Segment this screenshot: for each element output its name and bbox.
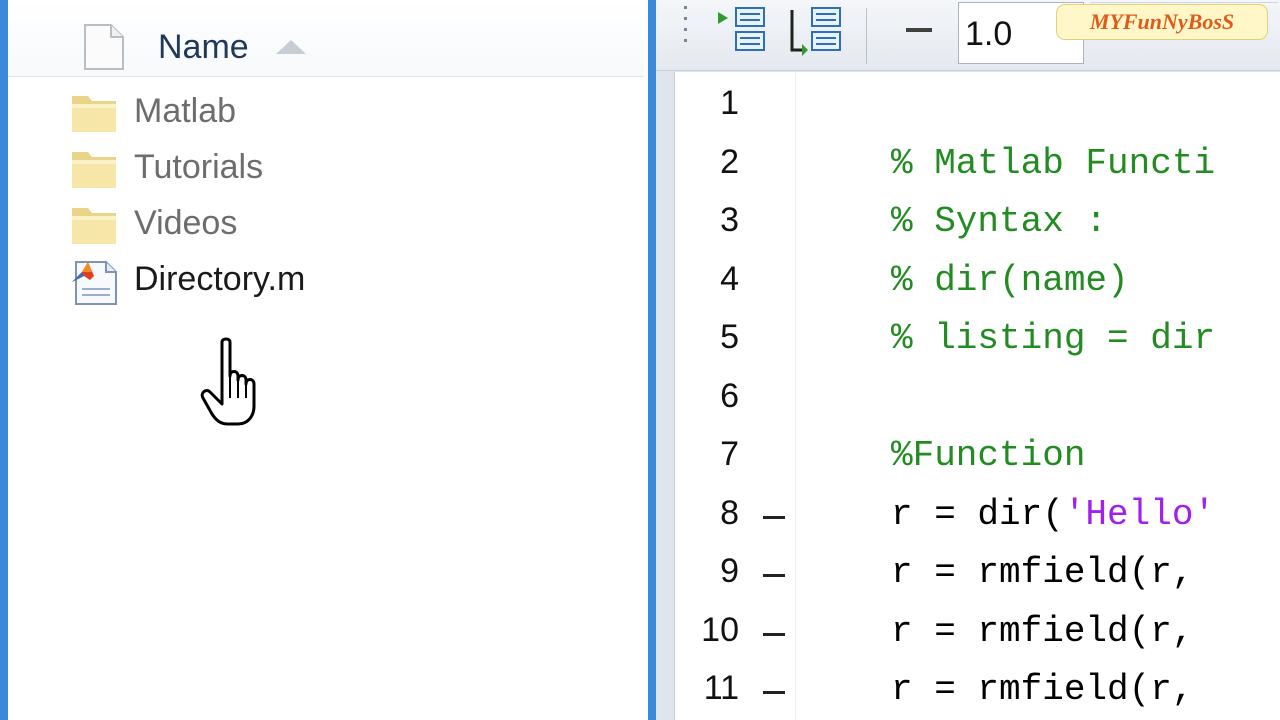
item-name[interactable]: Directory.m — [134, 260, 305, 299]
list-item-tutorials[interactable]: Tutorials — [60, 144, 620, 196]
list-item-matlab[interactable]: Matlab — [60, 88, 620, 140]
folder-icon — [70, 146, 118, 195]
line-number: 4 — [720, 259, 739, 298]
toolbar-separator — [866, 8, 867, 64]
code-text[interactable]: r = rmfield(r, — [891, 669, 1193, 710]
minus-icon[interactable] — [906, 28, 932, 32]
line-number: 9 — [720, 552, 739, 590]
item-name[interactable]: Videos — [134, 204, 237, 243]
file-icon — [82, 24, 126, 75]
code-comment[interactable]: % Matlab Functi — [891, 143, 1215, 184]
list-item-videos[interactable]: Videos — [60, 200, 620, 252]
code-token: %Function — [891, 435, 1086, 476]
window-border — [0, 0, 8, 720]
code-token: % Matlab Functi — [891, 142, 1216, 184]
list-item-directory-m[interactable]: Directory.m — [60, 256, 620, 308]
line-number: 2 — [720, 142, 739, 181]
toolbar-grip[interactable] — [684, 6, 688, 50]
code-line[interactable]: 4 % dir(name) — [675, 252, 1280, 310]
code-comment[interactable]: % Syntax : — [891, 201, 1107, 242]
string-literal: 'Hello' — [1063, 493, 1216, 535]
code-line[interactable]: 2 % Matlab Functi — [675, 135, 1280, 193]
code-line[interactable]: 11 r = rmfield(r, — [675, 661, 1280, 719]
line-number: 10 — [701, 610, 739, 649]
code-text[interactable]: r = rmfield(r, — [891, 611, 1193, 652]
code-token: r = rmfield(r, — [891, 552, 1194, 593]
code-editor[interactable]: 1 2 % Matlab Functi 3 % Syntax : 4 % dir(name)… — [674, 72, 1280, 720]
matlab-file-icon — [70, 258, 120, 311]
code-token: r = rmfield(r, — [891, 669, 1194, 710]
code-token: % dir(name) — [891, 259, 1129, 301]
code-token: r = rmfield(r, — [891, 610, 1194, 652]
code-token: % listing = dir — [891, 318, 1216, 359]
code-token: % Syntax : — [891, 201, 1108, 242]
code-text[interactable]: r = dir('Hello' — [891, 494, 1215, 535]
code-line[interactable]: 7 %Function — [675, 427, 1280, 485]
line-number: 6 — [720, 376, 739, 415]
indent-button[interactable] — [716, 4, 768, 61]
file-browser-pane: Name Matlab Tutorials Videos Directory.m — [0, 0, 652, 720]
code-line[interactable]: 1 — [675, 76, 1280, 134]
item-name[interactable]: Tutorials — [134, 148, 263, 187]
line-number: 5 — [720, 318, 739, 356]
unindent-button[interactable] — [788, 4, 844, 61]
indent-icon — [718, 7, 765, 51]
folder-icon — [70, 202, 118, 251]
pane-splitter[interactable] — [648, 0, 656, 720]
line-number: 1 — [720, 84, 739, 122]
sort-ascending-icon[interactable] — [276, 40, 306, 54]
hand-pointer-icon — [200, 336, 266, 433]
column-header[interactable]: Name — [8, 0, 652, 77]
item-name[interactable]: Matlab — [134, 92, 236, 131]
code-comment[interactable]: %Function — [891, 435, 1085, 476]
code-line[interactable]: 9 r = rmfield(r, — [675, 544, 1280, 602]
channel-logo: MYFunNyBosS — [1056, 4, 1268, 40]
code-line[interactable]: 5 % listing = dir — [675, 310, 1280, 368]
code-comment[interactable]: % listing = dir — [891, 318, 1215, 359]
code-line[interactable]: 6 — [675, 369, 1280, 427]
folder-icon — [70, 90, 118, 139]
line-number: 11 — [703, 669, 739, 707]
line-number: 8 — [720, 493, 739, 532]
breakpoint-dash-icon[interactable] — [763, 691, 785, 694]
code-line[interactable]: 8 r = dir('Hello' — [675, 486, 1280, 544]
breakpoint-dash-icon[interactable] — [763, 515, 785, 519]
code-line[interactable]: 10 r = rmfield(r, — [675, 603, 1280, 661]
code-text[interactable]: r = rmfield(r, — [891, 552, 1193, 593]
name-column-header[interactable]: Name — [158, 28, 249, 67]
code-comment[interactable]: % dir(name) — [891, 260, 1129, 301]
unindent-icon — [790, 7, 841, 56]
line-number: 3 — [720, 201, 739, 239]
breakpoint-dash-icon[interactable] — [763, 632, 785, 636]
code-line[interactable]: 3 % Syntax : — [675, 193, 1280, 251]
breakpoint-dash-icon[interactable] — [763, 574, 785, 577]
line-number: 7 — [720, 435, 739, 473]
code-token: r = dir( — [891, 493, 1064, 535]
